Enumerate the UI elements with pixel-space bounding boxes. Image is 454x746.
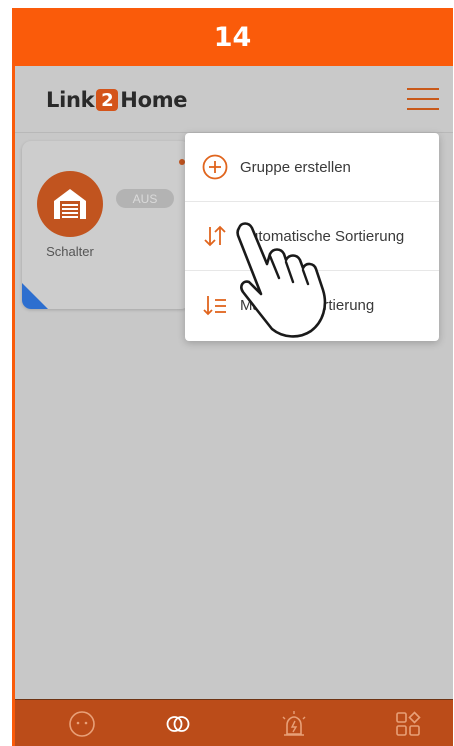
smiley-icon[interactable] [67,709,97,739]
sort-arrows-icon [204,225,226,247]
menu-item-label: Gruppe erstellen [240,158,351,176]
app-header: Link 2 Home [15,66,453,133]
device-card[interactable]: AUS Schalter [22,141,190,309]
logo-text-right: Home [120,88,188,112]
link-rings-icon[interactable] [163,709,193,739]
device-name: Schalter [46,244,94,259]
alarm-siren-icon[interactable] [279,709,309,739]
garage-door-icon [37,171,103,237]
pointing-hand-icon [236,222,327,338]
step-number: 14 [213,21,252,53]
menu-item-create-group[interactable]: Gruppe erstellen [185,133,439,202]
logo-text-left: Link [46,88,95,112]
app-logo: Link 2 Home [46,86,188,114]
bottom-navigation [15,699,453,746]
card-corner-marker [22,283,48,309]
app-screen: Link 2 Home AUS Schalter Gruppe erstelle… [12,66,453,746]
logo-box: 2 [96,89,119,111]
apps-grid-icon[interactable] [393,709,423,739]
step-number-banner: 14 [12,8,453,66]
status-badge[interactable]: AUS [116,189,174,208]
hamburger-menu-icon[interactable] [407,88,439,110]
manual-sort-icon [203,296,226,316]
add-circle-icon [202,154,228,180]
